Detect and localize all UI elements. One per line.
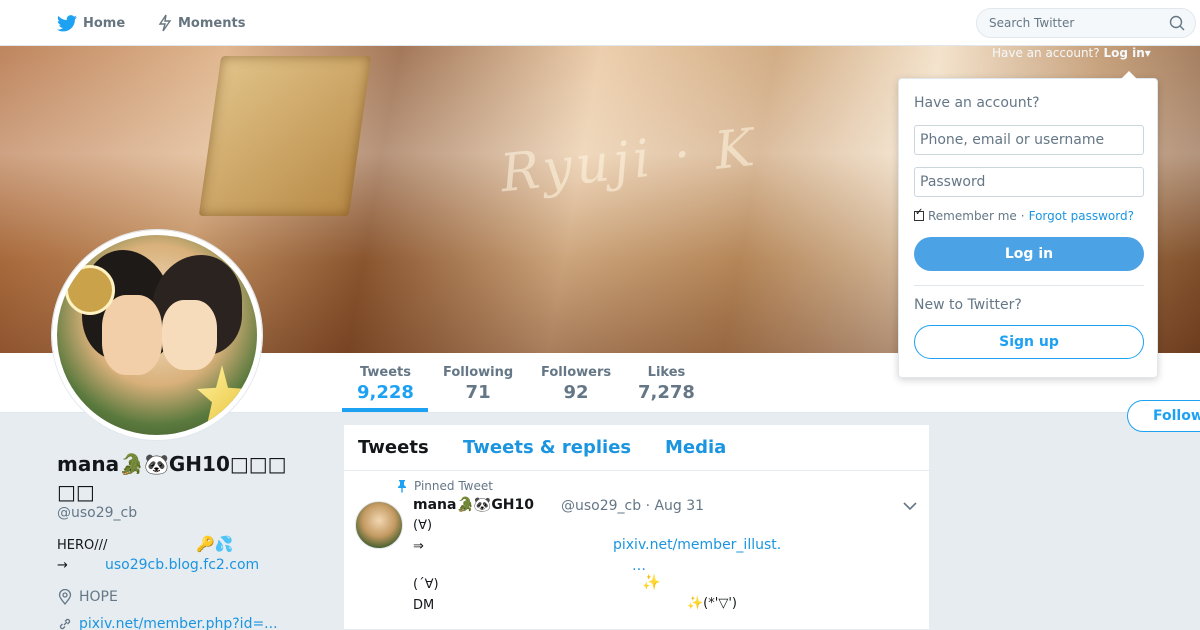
tweet-text: (∀) [413, 518, 433, 533]
search-input[interactable]: Search Twitter [976, 8, 1196, 38]
nav-moments[interactable]: Moments [158, 0, 245, 46]
top-nav: Home Moments Search Twitter [0, 0, 1200, 46]
tab-tweets-replies[interactable]: Tweets & replies [463, 437, 631, 458]
chevron-down-icon[interactable] [903, 501, 917, 511]
profile-url[interactable]: pixiv.net/member.php?id=... [79, 616, 278, 630]
tweet-author-name[interactable]: mana🐊🐼GH10 [413, 497, 534, 513]
pinned-label-text: Pinned Tweet [414, 479, 493, 493]
tweet-text: DM [413, 598, 435, 613]
follow-button[interactable]: Follow [1127, 400, 1200, 432]
tweet-text: (´∀) [413, 577, 439, 592]
lightning-icon [158, 14, 172, 32]
tweet-handle-date[interactable]: @uso29_cb · Aug 31 [561, 498, 704, 514]
pinned-label: Pinned Tweet [396, 479, 493, 493]
login-dropdown: Have an account? Remember me · Forgot pa… [898, 71, 1158, 378]
stat-value: 92 [563, 382, 589, 403]
stat-value: 7,278 [638, 382, 695, 403]
account-hint-login[interactable]: Log in [1103, 46, 1144, 60]
tweet-avatar[interactable] [355, 501, 403, 549]
stat-value: 9,228 [357, 382, 414, 403]
tweet-text-sparkle: ✨(*'▽') [687, 596, 737, 611]
active-stat-underline [342, 408, 428, 412]
avatar-face [102, 295, 162, 375]
bio-link[interactable]: uso29cb.blog.fc2.com [105, 557, 259, 573]
profile-name-line: mana🐊🐼GH10□□□ [57, 452, 287, 476]
stat-label: Following [443, 365, 514, 380]
tab-media[interactable]: Media [665, 437, 726, 458]
login-dropdown-title: Have an account? [914, 95, 1040, 111]
username-field[interactable] [914, 125, 1144, 155]
timeline-tabs: Tweets Tweets & replies Media [344, 425, 929, 471]
tab-tweets[interactable]: Tweets [358, 437, 429, 458]
account-hint-prompt: Have an account? [992, 46, 1100, 60]
stat-likes[interactable]: Likes 7,278 [638, 365, 695, 403]
screen-name[interactable]: @uso29_cb [57, 505, 137, 521]
url-row[interactable]: pixiv.net/member.php?id=... [57, 616, 278, 630]
profile-name-line: □□ [57, 480, 95, 504]
stat-tweets[interactable]: Tweets 9,228 [357, 365, 414, 403]
search-placeholder: Search Twitter [989, 16, 1075, 30]
remember-checkbox[interactable] [914, 207, 924, 221]
tweet-link[interactable]: pixiv.net/member_illust. [613, 537, 781, 553]
banner-seal-block [198, 56, 372, 216]
location-pin-icon [58, 589, 72, 605]
pin-icon [398, 480, 406, 493]
bio-text: HERO/// [57, 538, 108, 553]
link-icon [59, 618, 71, 630]
stat-label: Likes [647, 365, 686, 380]
sparkle-icon: ✨ [642, 573, 661, 591]
tweet-link-ellipsis: … [632, 558, 646, 574]
forgot-password-link[interactable]: Forgot password? [1029, 209, 1134, 223]
tweet-text: ⇒ [413, 539, 424, 554]
stat-label: Tweets [359, 365, 411, 380]
location-row: HOPE [57, 589, 118, 605]
location-text: HOPE [79, 589, 118, 605]
avatar-badge [65, 265, 115, 315]
nav-moments-label: Moments [178, 15, 246, 31]
caret-down-icon: ▾ [1144, 46, 1151, 60]
bio-arrow: → [57, 558, 68, 573]
stat-followers[interactable]: Followers 92 [541, 365, 611, 403]
star-icon [197, 365, 247, 425]
timeline: Tweets Tweets & replies Media Pinned Twe… [343, 424, 930, 630]
avatar-face [162, 300, 217, 370]
account-hint: Have an account? Log in▾ [992, 46, 1151, 60]
login-button[interactable]: Log in [914, 237, 1144, 271]
remember-label: Remember me [928, 209, 1017, 223]
stat-value: 71 [465, 382, 491, 403]
divider [914, 285, 1144, 286]
stat-label: Followers [541, 365, 612, 380]
twitter-bird-icon [57, 14, 77, 31]
password-field[interactable] [914, 167, 1144, 197]
new-to-twitter-text: New to Twitter? [914, 297, 1022, 313]
nav-home[interactable]: Home [57, 0, 125, 46]
bio-emoji: 🔑💦 [196, 535, 234, 553]
profile-avatar[interactable] [52, 230, 262, 440]
nav-home-label: Home [83, 15, 126, 31]
separator-dot: · [1020, 209, 1025, 223]
remember-row: Remember me · Forgot password? [914, 207, 1134, 223]
search-icon[interactable] [1169, 15, 1185, 31]
stat-following[interactable]: Following 71 [443, 365, 513, 403]
profile-name: mana🐊🐼GH10□□□ □□ [57, 450, 297, 506]
signup-button[interactable]: Sign up [914, 325, 1144, 359]
